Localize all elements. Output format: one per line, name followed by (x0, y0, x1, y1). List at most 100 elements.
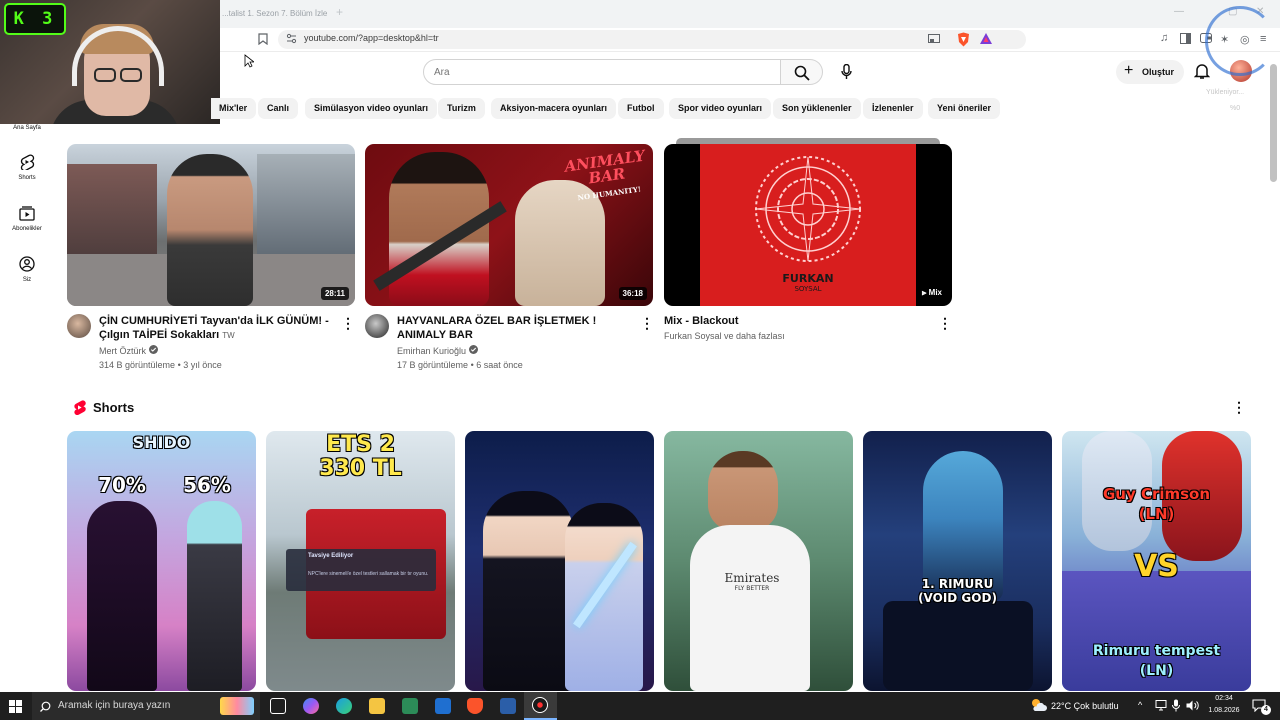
minimize-button[interactable]: — (1174, 6, 1184, 17)
short-overlay-line2: (VOID GOD) (918, 591, 997, 605)
music-icon[interactable]: ♫ (1160, 32, 1168, 44)
chip-new-to-you[interactable]: Yeni öneriler (928, 98, 1001, 119)
chip-football[interactable]: Futbol (618, 98, 664, 119)
store-icon[interactable] (402, 698, 418, 714)
shorts-logo-icon (74, 400, 86, 415)
short-figure-light (187, 501, 242, 691)
brave-browser-icon[interactable] (467, 698, 483, 714)
short-thumbnail[interactable] (465, 431, 654, 691)
short-overlay-line4: (LN) (1139, 663, 1174, 679)
sidebar-item-label: Shorts (18, 175, 36, 181)
short-overlay-line2: 330 TL (319, 456, 402, 481)
video-title[interactable]: Mix - Blackout (664, 314, 924, 328)
channel-avatar[interactable] (67, 314, 91, 338)
chip-tourism[interactable]: Turizm (438, 98, 485, 119)
video-thumbnail[interactable]: ANIMALY BAR NO HUMANITY! 36:18 (365, 144, 653, 306)
search-icon (794, 65, 810, 81)
video-menu-icon[interactable]: ⋮ (640, 316, 654, 330)
task-view-icon[interactable] (270, 698, 286, 714)
video-thumbnail[interactable]: 28:11 (67, 144, 355, 306)
voice-search-button[interactable] (833, 59, 859, 85)
channel-name[interactable]: Furkan Soysal ve daha fazlası (664, 329, 785, 343)
video-menu-icon[interactable]: ⋮ (341, 316, 355, 330)
short-thumbnail[interactable]: Emirates FLY BETTER (664, 431, 853, 691)
edge-icon[interactable] (336, 698, 352, 714)
short-player-head (708, 451, 778, 531)
short-overlay-line1: 1. RIMURU (921, 577, 994, 591)
short-figure-boy (483, 491, 573, 691)
upload-age: 3 yıl önce (183, 360, 222, 370)
sidebar-item-subscriptions[interactable]: Abonelikler (0, 205, 54, 232)
clock-date[interactable]: 1.08.2026 (1203, 707, 1245, 714)
obs-icon (532, 697, 548, 713)
video-thumbnail[interactable]: FURKAN SOYSAL ⫸ Mix (664, 144, 952, 306)
search-highlight-icon (220, 697, 254, 715)
chip-live[interactable]: Canlı (258, 98, 299, 119)
thumb-mandala (755, 156, 861, 262)
shorts-menu-icon[interactable]: ⋮ (1232, 400, 1246, 414)
video-menu-icon[interactable]: ⋮ (938, 316, 952, 330)
short-thumbnail[interactable]: ETS 2 330 TL Tavsiye Ediliyor NPC'lere s… (266, 431, 455, 691)
sidebar-item-you[interactable]: Siz (0, 256, 54, 283)
file-explorer-icon[interactable] (369, 698, 385, 714)
short-popup-title: Tavsiye Ediliyor (308, 553, 354, 559)
webcam-glasses-left (94, 68, 116, 82)
sidebar-panel-icon[interactable] (1180, 33, 1191, 47)
notifications-button[interactable] (1193, 63, 1211, 85)
clock-time[interactable]: 02:34 (1206, 695, 1242, 702)
channel-name-text: Mert Öztürk (99, 346, 147, 356)
network-icon[interactable] (1155, 700, 1167, 711)
thumb-person (167, 154, 253, 306)
search-button[interactable] (781, 59, 823, 85)
brave-shield-icon[interactable] (957, 32, 970, 50)
browser-tab[interactable]: ...talist 1. Sezon 7. Bölüm İzle (212, 4, 330, 26)
url-text: youtube.com/?app=desktop&hl=tr (304, 33, 439, 43)
thumb-building (257, 154, 355, 264)
taskbar-active-app[interactable] (524, 692, 557, 720)
brave-rewards-icon[interactable] (980, 33, 992, 47)
short-jersey-sub: FLY BETTER (734, 585, 770, 592)
new-tab-button[interactable]: + (336, 5, 343, 19)
channel-avatar[interactable] (365, 314, 389, 338)
sidebar-item-home[interactable]: Ana Sayfa (0, 125, 54, 131)
short-figure-dark (87, 501, 157, 691)
chip-watched[interactable]: İzlenenler (863, 98, 923, 119)
chip-action-adventure[interactable]: Aksiyon-macera oyunları (491, 98, 617, 119)
site-settings-icon[interactable] (286, 33, 297, 47)
search-input[interactable]: Ara (423, 59, 781, 85)
powershell-icon[interactable] (500, 698, 516, 714)
short-thumbnail[interactable]: SHIDO 70% 56% (67, 431, 256, 691)
weather-text[interactable]: 22°C Çok bulutlu (1051, 701, 1119, 711)
you-icon (19, 256, 35, 272)
ghost-overlay-percent: %0 (1230, 105, 1241, 112)
cast-icon[interactable] (928, 34, 940, 47)
thumb-building (67, 164, 157, 264)
scrollbar-thumb[interactable] (1270, 64, 1277, 182)
chip-sports-games[interactable]: Spor video oyunları (669, 98, 772, 119)
video-title[interactable]: ÇİN CUMHURİYETİ Tayvan'da İLK GÜNÜM! - Ç… (99, 314, 339, 343)
bookmark-icon[interactable] (258, 33, 268, 48)
short-throne (883, 601, 1033, 691)
channel-name[interactable]: Emirhan Kurioğlu (397, 344, 478, 358)
chip-mixes[interactable]: Mix'ler (211, 98, 257, 119)
ghost-overlay-text: Yükleniyor... (1206, 89, 1245, 96)
chip-recently-uploaded[interactable]: Son yüklenenler (773, 98, 861, 119)
short-thumbnail[interactable]: 1. RIMURU (VOID GOD) (863, 431, 1052, 691)
short-thumbnail[interactable]: Guy Crimson (LN) VS Rimuru tempest (LN) (1062, 431, 1251, 691)
copilot-icon[interactable] (303, 698, 319, 714)
video-title[interactable]: HAYVANLARA ÖZEL BAR İŞLETMEK ! ANIMALY B… (397, 314, 637, 342)
short-overlay-text: 1. RIMURU (VOID GOD) (863, 577, 1052, 605)
chip-simulation-games[interactable]: Simülasyon video oyunları (305, 98, 438, 119)
short-figure-girl (565, 503, 643, 691)
video-stats: 17 B görüntüleme • 6 saat önce (397, 358, 523, 372)
channel-name[interactable]: Mert Öztürk (99, 344, 158, 358)
kick-logo-overlay: K 3 (4, 3, 66, 35)
windows-start-icon[interactable] (9, 700, 22, 713)
meta-separator: • (470, 360, 474, 370)
microphone-tray-icon[interactable] (1172, 699, 1180, 712)
short-jersey-text: Emirates FLY BETTER (704, 571, 800, 592)
sidebar-item-shorts[interactable]: Shorts (0, 154, 54, 181)
tray-overflow-icon[interactable]: ^ (1138, 700, 1142, 710)
volume-icon[interactable] (1186, 700, 1199, 711)
outlook-icon[interactable] (435, 698, 451, 714)
